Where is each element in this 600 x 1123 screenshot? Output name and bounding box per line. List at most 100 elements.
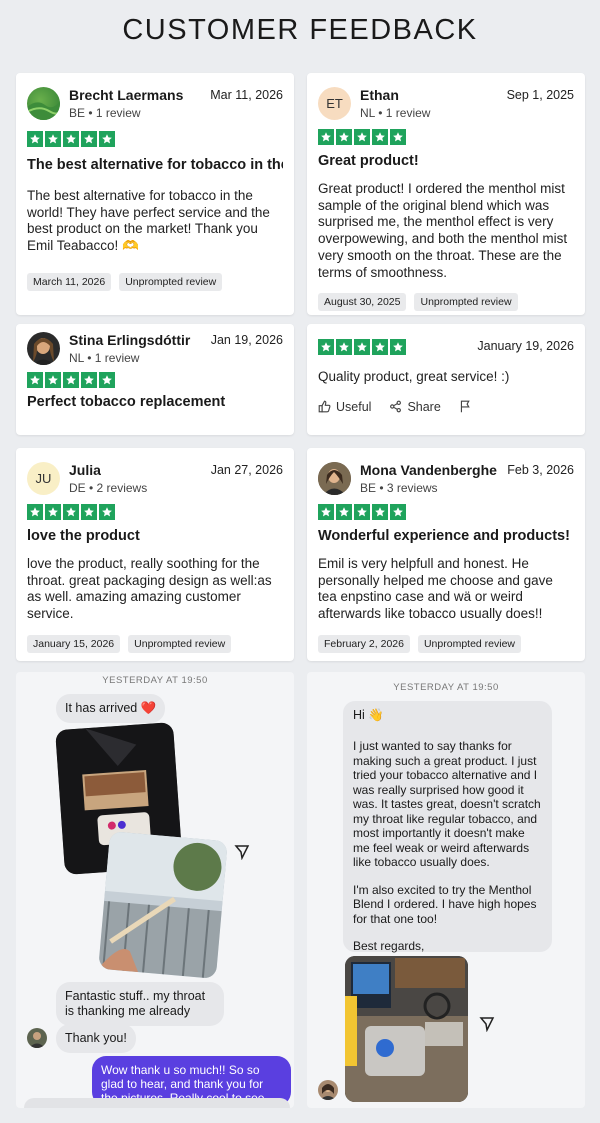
chat-timestamp: YESTERDAY AT 19:50 — [102, 675, 208, 686]
chat-screenshot: YESTERDAY AT 19:50 Hi 👋 I just wanted to… — [307, 672, 585, 1108]
thumbs-up-icon — [318, 400, 331, 413]
share-label: Share — [407, 399, 441, 414]
star-icon — [336, 504, 352, 520]
avatar — [27, 332, 60, 365]
star-icon — [318, 338, 334, 355]
unprompted-tag: Unprompted review — [414, 293, 518, 312]
review-title[interactable]: Perfect tobacco replacement — [27, 393, 283, 411]
chat-photo[interactable] — [345, 956, 468, 1102]
message-composer[interactable] — [24, 1098, 290, 1108]
star-icon — [81, 372, 97, 388]
star-icon — [318, 129, 334, 145]
message-paragraph: I just wanted to say thanks for making s… — [353, 739, 541, 869]
star-rating — [27, 504, 283, 520]
review-date: Sep 1, 2025 — [506, 88, 574, 102]
review-body: The best alternative for tobacco in the … — [27, 188, 270, 254]
review-body: Great product! I ordered the menthol mis… — [318, 181, 568, 280]
reviewer-name[interactable]: Mona Vandenberghe — [360, 462, 498, 479]
report-button[interactable] — [459, 400, 472, 413]
star-icon — [63, 131, 79, 147]
useful-label: Useful — [336, 399, 372, 414]
unprompted-tag: Unprompted review — [128, 634, 232, 653]
message-bubble: Fantastic stuff.. my throat is thanking … — [56, 982, 224, 1026]
reviewer-meta: DE • 2 reviews — [69, 481, 148, 495]
star-icon — [99, 504, 115, 520]
message-bubble: Thank you! — [56, 1024, 136, 1053]
star-icon — [372, 504, 388, 520]
star-icon — [81, 131, 97, 147]
share-button[interactable]: Share — [389, 399, 441, 414]
star-icon — [372, 129, 388, 145]
avatar: JU — [27, 462, 60, 495]
reviewer-meta: NL • 1 review — [69, 351, 140, 365]
star-icon — [354, 338, 370, 355]
star-icon — [27, 131, 43, 147]
message-greeting: Hi 👋 — [353, 708, 384, 722]
review-date: Jan 19, 2026 — [210, 333, 283, 347]
reviewer-meta: NL • 1 review — [360, 106, 431, 120]
review-title[interactable]: Wonderful experience and products! — [318, 527, 574, 545]
avatar — [27, 87, 60, 120]
star-icon — [63, 504, 79, 520]
star-rating — [318, 338, 406, 355]
review-title[interactable]: love the product — [27, 527, 283, 545]
star-icon — [354, 504, 370, 520]
star-icon — [390, 504, 406, 520]
message-paragraph: I'm also excited to try the Menthol Blen… — [353, 882, 537, 926]
review-date: Jan 27, 2026 — [210, 463, 283, 477]
star-icon — [390, 129, 406, 145]
chat-timestamp: YESTERDAY AT 19:50 — [393, 682, 499, 693]
date-tag: August 30, 2025 — [318, 293, 407, 312]
share-icon[interactable] — [234, 844, 250, 860]
reviewer-meta: BE • 3 reviews — [360, 481, 438, 495]
review-title[interactable]: The best alternative for tobacco in the.… — [27, 156, 283, 174]
review-card: Mona Vandenberghe BE • 3 reviews Feb 3, … — [307, 448, 585, 661]
avatar: ET — [318, 87, 351, 120]
review-body: love the product, really soothing for th… — [27, 556, 272, 622]
star-icon — [354, 129, 370, 145]
review-card: Brecht Laermans BE • 1 review Mar 11, 20… — [16, 73, 294, 315]
unprompted-tag: Unprompted review — [119, 272, 223, 291]
avatar-initials: JU — [35, 471, 52, 486]
review-body: Emil is very helpfull and honest. He per… — [318, 556, 553, 622]
message-paragraph: Best regards, — [353, 939, 425, 953]
review-body: Quality product, great service! :) — [318, 369, 510, 384]
reviewer-name[interactable]: Julia — [69, 462, 202, 479]
review-card: ET Ethan NL • 1 review Sep 1, 2025 Great… — [307, 73, 585, 315]
reviewer-name[interactable]: Stina Erlingsdóttir — [69, 332, 202, 349]
chat-photo[interactable] — [98, 831, 228, 979]
star-rating — [27, 372, 283, 388]
review-card: January 19, 2026 Quality product, great … — [307, 324, 585, 435]
reviewer-meta: BE • 1 review — [69, 106, 141, 120]
star-icon — [45, 504, 61, 520]
star-icon — [336, 338, 352, 355]
useful-button[interactable]: Useful — [318, 400, 371, 414]
avatar — [318, 462, 351, 495]
review-card: JU Julia DE • 2 reviews Jan 27, 2026 lov… — [16, 448, 294, 661]
message-bubble: Hi 👋 I just wanted to say thanks for mak… — [343, 701, 552, 953]
review-card: Stina Erlingsdóttir NL • 1 review Jan 19… — [16, 324, 294, 435]
date-tag: January 15, 2026 — [27, 634, 121, 653]
flag-icon — [460, 400, 470, 413]
star-rating — [318, 504, 574, 520]
chat-screenshot: YESTERDAY AT 19:50 It has arrived ❤️ Fan… — [16, 672, 294, 1108]
review-title[interactable]: Great product! — [318, 152, 574, 170]
star-icon — [99, 372, 115, 388]
star-icon — [318, 504, 334, 520]
date-tag: March 11, 2026 — [27, 272, 112, 291]
star-rating — [27, 131, 283, 147]
avatar — [318, 1080, 338, 1100]
star-icon — [372, 338, 388, 355]
star-icon — [45, 372, 61, 388]
star-icon — [390, 338, 406, 355]
star-rating — [318, 129, 574, 145]
avatar — [27, 1028, 47, 1048]
reviewer-name[interactable]: Brecht Laermans — [69, 87, 201, 104]
message-bubble: It has arrived ❤️ — [56, 694, 166, 723]
avatar-initials: ET — [326, 96, 343, 111]
review-date: Feb 3, 2026 — [507, 463, 574, 477]
reviewer-name[interactable]: Ethan — [360, 87, 498, 104]
star-icon — [63, 372, 79, 388]
star-icon — [27, 372, 43, 388]
share-icon[interactable] — [479, 1016, 495, 1032]
